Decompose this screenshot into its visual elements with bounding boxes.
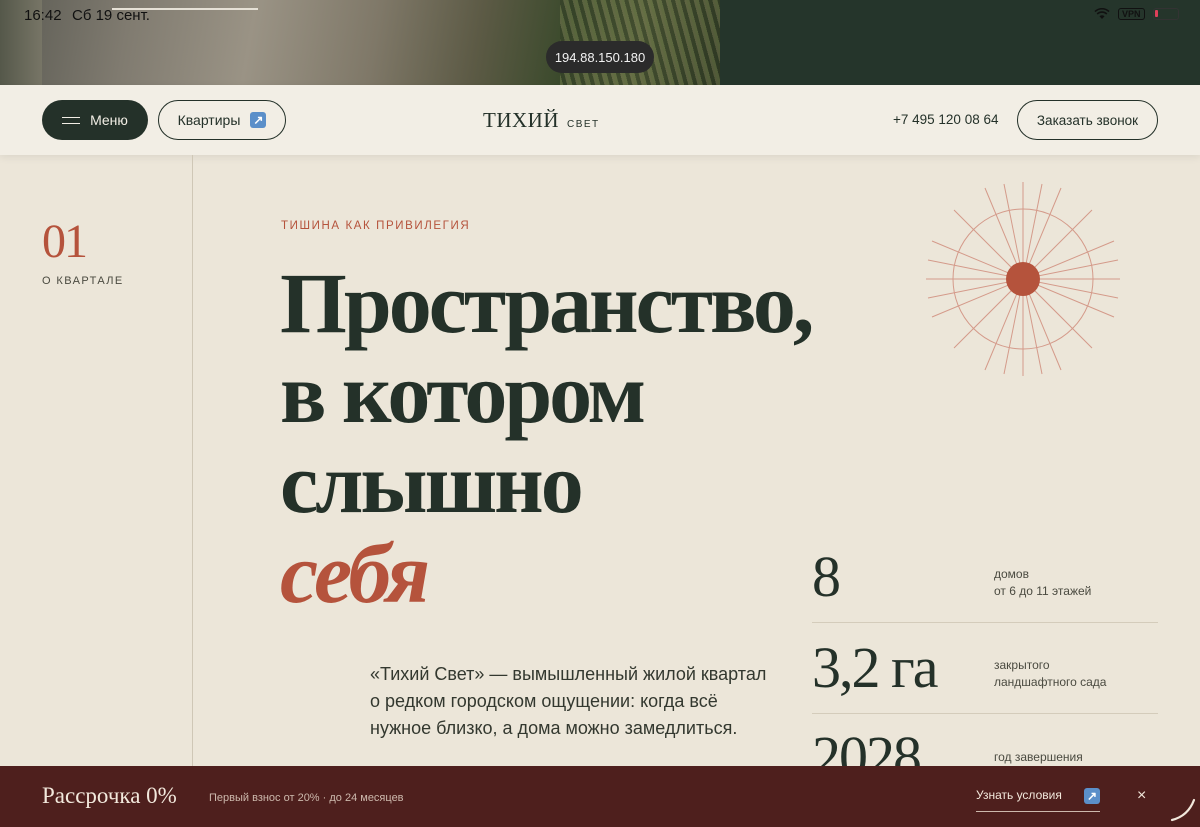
promo-banner: Рассрочка 0% Первый взнос от 20% · до 24… <box>0 766 1200 827</box>
vertical-divider <box>192 155 193 766</box>
site-logo[interactable]: ТИХИЙ СВЕТ <box>483 108 600 133</box>
hero-title-accent: себя <box>280 525 430 621</box>
section-number: 01 <box>42 215 88 268</box>
hero-title-line: слышно <box>280 435 584 531</box>
status-icons: VPN <box>1094 8 1179 20</box>
promo-title: Рассрочка 0% <box>42 783 177 808</box>
sun-ornament-icon <box>926 182 1120 376</box>
status-time: 16:42 <box>24 7 62 24</box>
stat-value: 3,2 га <box>812 635 939 700</box>
stat-divider <box>812 622 1158 623</box>
order-call-button[interactable]: Заказать звонок <box>1017 100 1158 140</box>
stat-description-line: от 6 до 11 этажей <box>994 584 1092 598</box>
logo-sub-text: СВЕТ <box>567 119 600 130</box>
menu-button[interactable]: Меню <box>42 100 148 140</box>
apartments-button-label: Квартиры <box>177 112 241 128</box>
stat-description-line: ландшафтного сада <box>994 675 1107 689</box>
arrow-up-right-icon: ↗ <box>1084 788 1100 804</box>
hamburger-icon <box>62 116 81 125</box>
promo-terms-link[interactable]: Узнать условия ↗ <box>976 788 1100 812</box>
vpn-badge: VPN <box>1118 8 1145 20</box>
hero-lead-paragraph: «Тихий Свет» — вымышленный жилой квартал… <box>370 664 767 738</box>
stat-description-line: год завершения <box>994 750 1083 764</box>
swipe-indicator-icon <box>1170 798 1196 822</box>
arrow-up-right-icon: ↗ <box>250 112 267 128</box>
apartments-button[interactable]: Квартиры ↗ <box>158 100 286 140</box>
wifi-icon <box>1094 8 1110 19</box>
stat-description: год завершения <box>994 749 1083 766</box>
phone-link[interactable]: +7 495 120 08 64 <box>893 112 998 127</box>
logo-main-text: ТИХИЙ <box>483 108 559 132</box>
stat-divider <box>812 713 1158 714</box>
hero-title-line: в котором <box>280 345 646 441</box>
site-header: Меню Квартиры ↗ ТИХИЙ СВЕТ +7 495 120 08… <box>0 85 1200 155</box>
browser-progress-line <box>112 8 258 10</box>
stat-description: закрытого ландшафтного сада <box>994 657 1106 691</box>
hero-eyebrow: ТИШИНА КАК ПРИВИЛЕГИЯ <box>281 220 471 232</box>
menu-button-label: Меню <box>90 112 128 128</box>
stat-description-line: закрытого <box>994 658 1050 672</box>
section-label: О КВАРТАЛЕ <box>42 275 124 287</box>
stat-description-line: домов <box>994 567 1029 581</box>
ip-address-pill: 194.88.150.180 <box>546 41 654 73</box>
hero-title: Пространство, в котором слышно себя <box>280 255 814 621</box>
stat-value: 8 <box>812 544 841 609</box>
battery-icon <box>1152 8 1179 20</box>
promo-terms-label: Узнать условия <box>976 788 1062 802</box>
hero-title-line: Пространство, <box>280 255 814 351</box>
promo-subtitle: Первый взнос от 20% · до 24 месяцев <box>209 792 404 804</box>
close-icon[interactable]: × <box>1137 787 1146 805</box>
stat-description: домов от 6 до 11 этажей <box>994 566 1091 600</box>
